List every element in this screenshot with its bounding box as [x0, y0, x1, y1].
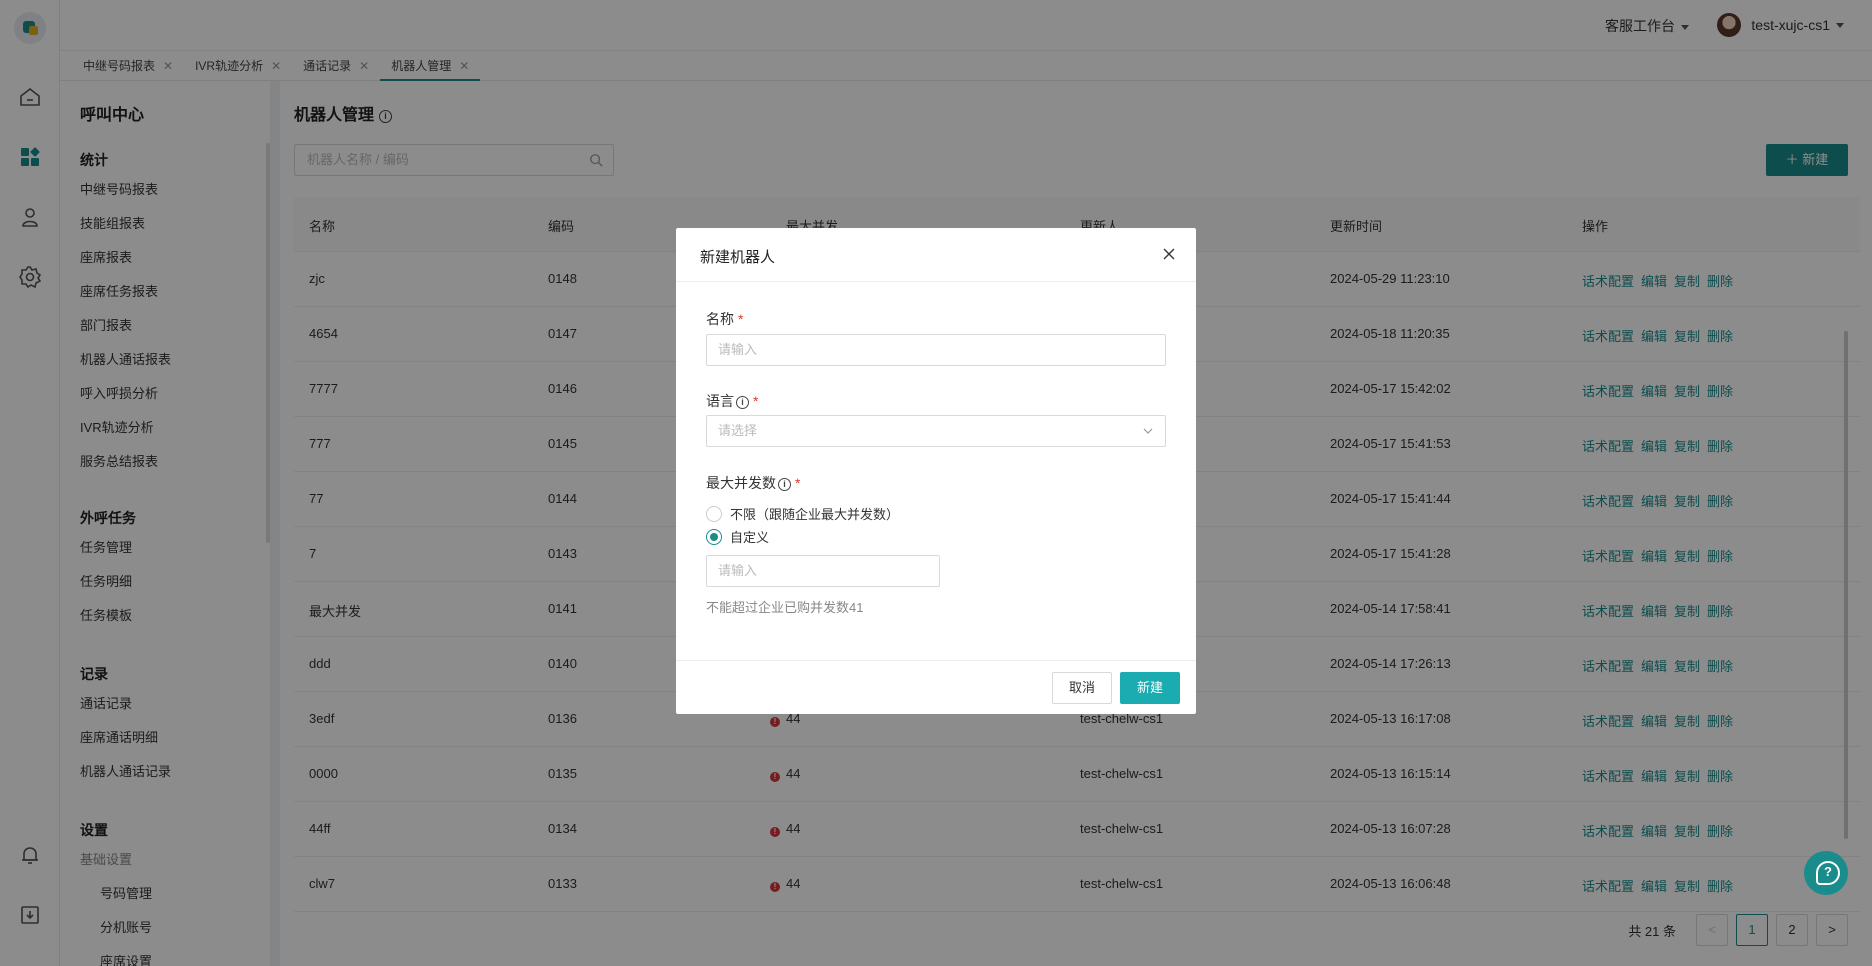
required-mark: *	[795, 475, 801, 491]
concurrency-label-text: 最大并发数	[706, 475, 776, 491]
required-mark: *	[753, 393, 759, 409]
dialog-title: 新建机器人	[700, 249, 776, 266]
name-placeholder: 请输入	[718, 342, 758, 357]
required-mark: *	[738, 311, 744, 327]
language-placeholder: 请选择	[718, 423, 758, 438]
create-button[interactable]: 新建	[1120, 672, 1180, 704]
language-select[interactable]: 请选择	[706, 415, 1166, 447]
radio-custom-label: 自定义	[730, 530, 770, 545]
close-icon[interactable]	[1162, 247, 1176, 261]
radio-circle[interactable]	[706, 505, 722, 522]
concurrency-hint: 不能超过企业已购并发数41	[706, 600, 864, 615]
dialog-header: 新建机器人	[676, 228, 1196, 282]
radio-custom[interactable]: 自定义	[706, 527, 769, 546]
info-icon[interactable]: i	[778, 478, 791, 491]
help-chat-icon[interactable]	[1804, 851, 1848, 895]
concurrency-label: 最大并发数 i *	[706, 473, 800, 493]
radio-unlimited-label: 不限（跟随企业最大并发数）	[730, 507, 900, 522]
name-input[interactable]: 请输入	[706, 334, 1166, 366]
dialog-footer: 取消 新建	[676, 660, 1196, 714]
language-label: 语言 i *	[706, 391, 758, 411]
language-label-text: 语言	[706, 393, 734, 409]
info-icon[interactable]: i	[736, 396, 749, 409]
custom-placeholder: 请输入	[718, 563, 758, 578]
name-label: 名称 *	[706, 309, 743, 329]
custom-concurrency-input[interactable]: 请输入	[706, 555, 940, 587]
new-robot-dialog: 新建机器人 名称 * 请输入 语言 i * 请选择 最大并发数 i * 不限（跟随企业最大…	[676, 228, 1196, 714]
radio-unlimited[interactable]: 不限（跟随企业最大并发数）	[706, 504, 899, 523]
cancel-button[interactable]: 取消	[1052, 672, 1112, 704]
chevron-down-icon	[1143, 428, 1153, 434]
name-label-text: 名称	[706, 311, 734, 327]
radio-circle-selected[interactable]	[706, 528, 722, 545]
